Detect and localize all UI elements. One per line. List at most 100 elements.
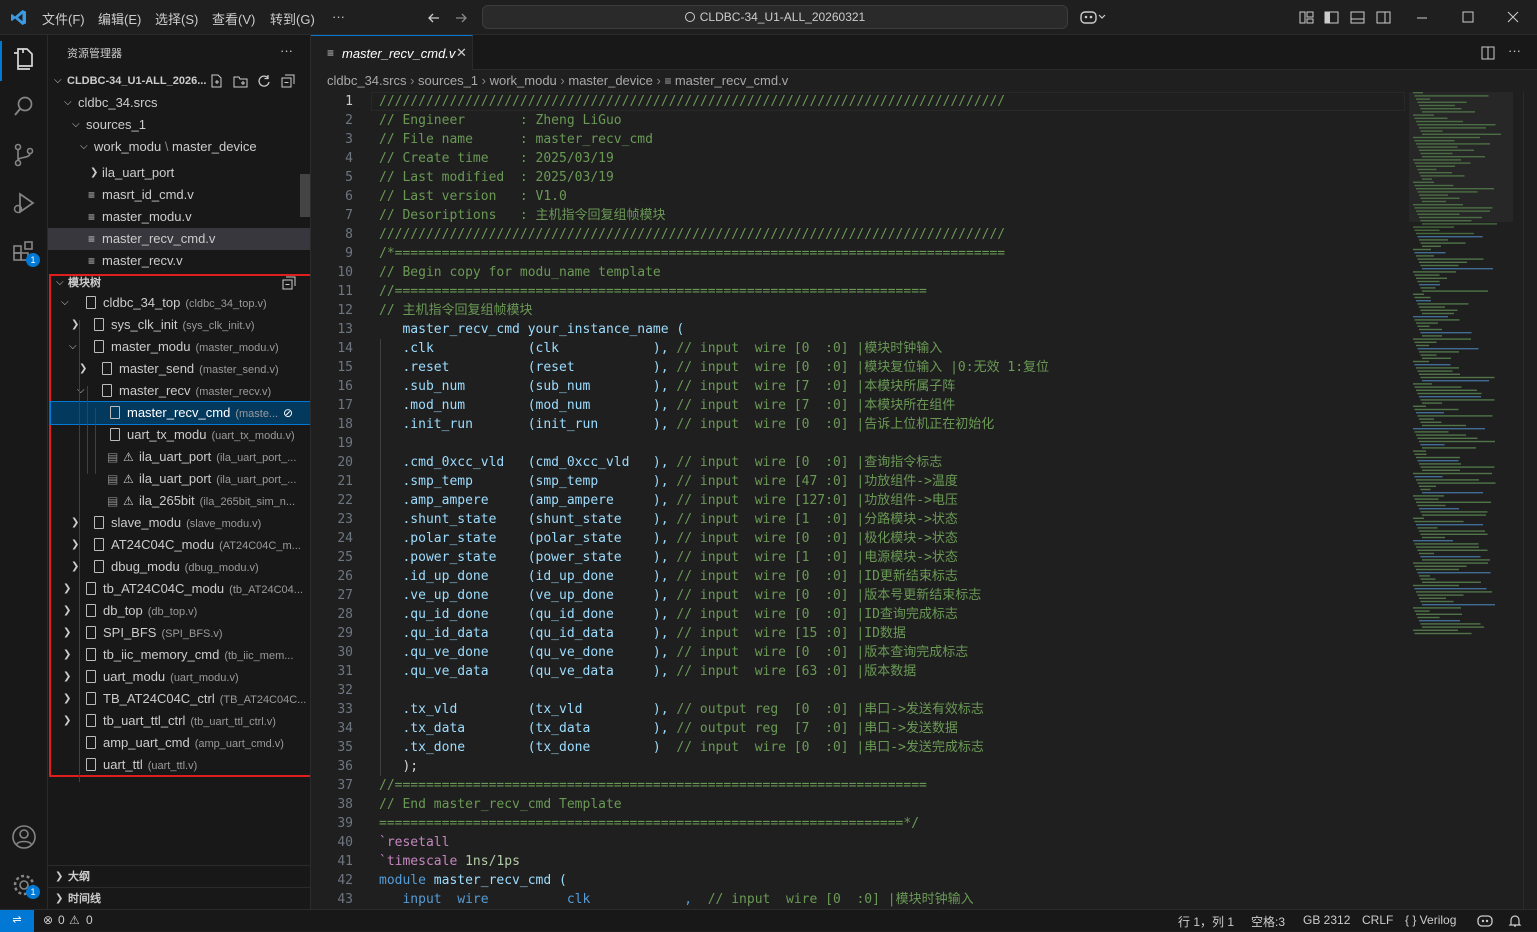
tab-close-icon[interactable]: ✕ — [456, 45, 467, 61]
breadcrumb-item[interactable]: work_modu — [490, 73, 557, 88]
remote-indicator[interactable]: ⇌ — [0, 910, 34, 932]
module-tree-item[interactable]: uart_ttl (uart_ttl.v) — [51, 754, 310, 776]
collapse-all-icon[interactable] — [282, 276, 296, 290]
menu-item-1[interactable]: 编辑(E) — [98, 9, 141, 28]
module-tree-item[interactable]: ❯ TB_AT24C04C_ctrl (TB_AT24C04C... — [51, 688, 310, 710]
module-tree-item[interactable]: ❯ AT24C04C_modu (AT24C04C_m... — [51, 534, 310, 556]
explorer-icon[interactable] — [10, 45, 38, 73]
module-tree-item[interactable]: ⌵ cldbc_34_top (cldbc_34_top.v) — [51, 292, 310, 314]
explorer-item[interactable]: ≡ master_recv.v — [48, 250, 310, 272]
close-icon[interactable] — [1507, 11, 1519, 23]
module-tree-header[interactable]: ⌵ 模块树 — [51, 272, 310, 294]
command-center-search[interactable]: CLDBC-34_U1-ALL_20260321 — [482, 5, 1068, 29]
split-editor-icon[interactable] — [1481, 46, 1495, 60]
new-folder-icon[interactable] — [233, 74, 248, 88]
minimize-icon[interactable] — [1416, 12, 1428, 24]
chevron-right-icon: ❯ — [63, 715, 72, 726]
module-tree-item[interactable]: ❯ tb_iic_memory_cmd (tb_iic_mem... — [51, 644, 310, 666]
module-tree-item[interactable]: ❯ tb_AT24C04C_modu (tb_AT24C04... — [51, 578, 310, 600]
collapse-all-icon[interactable] — [281, 74, 295, 88]
module-tree-item[interactable]: ❯ tb_uart_ttl_ctrl (tb_uart_ttl_ctrl.v) — [51, 710, 310, 732]
menu-item-0[interactable]: 文件(F) — [42, 9, 85, 28]
run-debug-icon[interactable] — [10, 189, 38, 217]
module-tree-item[interactable]: ▤ ⚠ ila_265bit (ila_265bit_sim_n... — [51, 490, 310, 512]
module-tree-item[interactable]: amp_uart_cmd (amp_uart_cmd.v) — [51, 732, 310, 754]
menu-item-4[interactable]: 转到(G) — [270, 9, 315, 28]
tab-bar: ≡ master_recv_cmd.v ✕ ··· — [311, 35, 1537, 70]
explorer-item-extra: master_device — [172, 139, 257, 154]
module-name: AT24C04C_modu (AT24C04C_m... — [111, 537, 301, 552]
menu-item-3[interactable]: 查看(V) — [212, 9, 255, 28]
breadcrumb-item[interactable]: master_device — [568, 73, 653, 88]
explorer-item[interactable]: ≡ master_recv_cmd.v — [48, 228, 310, 250]
copilot-icon[interactable] — [1080, 9, 1106, 25]
workspace-root[interactable]: ⌵ CLDBC-34_U1-ALL_2026... — [48, 70, 310, 92]
module-tree-item[interactable]: ❯ db_top (db_top.v) — [51, 600, 310, 622]
explorer-more-button[interactable]: ··· — [280, 43, 293, 58]
toggle-panel-icon[interactable] — [1350, 10, 1365, 25]
code-line: ////////////////////////////////////////… — [379, 94, 1006, 109]
language-mode[interactable]: { } Verilog — [1405, 913, 1456, 927]
toggle-primary-sidebar-icon[interactable] — [1324, 10, 1339, 25]
minimap[interactable] — [1409, 92, 1513, 652]
indentation[interactable]: 空格:3 — [1251, 913, 1285, 930]
source-control-icon[interactable] — [10, 141, 38, 169]
error-count[interactable]: 0 — [58, 913, 65, 927]
explorer-scrollbar[interactable] — [300, 174, 310, 217]
breadcrumb-item[interactable]: master_recv_cmd.v — [675, 73, 788, 88]
notifications-bell-icon[interactable] — [1508, 914, 1522, 928]
layout-customize-icon[interactable] — [1299, 10, 1314, 25]
module-tree-item[interactable]: ❯ sys_clk_init (sys_clk_init.v) — [51, 314, 310, 336]
explorer-item[interactable]: ⌵ cldbc_34.srcs — [48, 92, 310, 114]
menu-item-2[interactable]: 选择(S) — [155, 9, 198, 28]
back-arrow-icon[interactable] — [426, 10, 442, 26]
search-icon[interactable] — [10, 93, 38, 121]
timeline-section[interactable]: ❯ 时间线 — [48, 887, 310, 909]
warning-count[interactable]: 0 — [86, 913, 93, 927]
more-actions-icon[interactable]: ··· — [1508, 43, 1521, 58]
refresh-icon[interactable] — [257, 74, 271, 88]
module-tree-item[interactable]: ❯ master_send (master_send.v) — [51, 358, 310, 380]
module-tree-item[interactable]: ▤ ⚠ ila_uart_port (ila_uart_port_... — [51, 446, 310, 468]
forward-arrow-icon[interactable] — [453, 10, 469, 26]
search-icon — [684, 12, 695, 22]
module-tree-item[interactable]: ⌵ master_recv (master_recv.v) — [51, 380, 310, 402]
module-tree-item[interactable]: ⌵ master_modu (master_modu.v) — [51, 336, 310, 358]
new-file-icon[interactable] — [209, 74, 223, 88]
editor-scrollbar[interactable] — [1523, 92, 1537, 909]
encoding[interactable]: GB 2312 — [1303, 913, 1350, 927]
module-file: (tb_AT24C04... — [229, 584, 303, 596]
menu-item-5[interactable]: ··· — [332, 9, 345, 24]
toggle-secondary-sidebar-icon[interactable] — [1376, 10, 1391, 25]
module-name: master_send (master_send.v) — [119, 361, 279, 376]
explorer-item[interactable]: ❯ ila_uart_port — [48, 162, 310, 184]
line-number: 10 — [337, 265, 353, 280]
eye-closed-icon[interactable]: ⊘ — [283, 402, 293, 424]
end-of-line[interactable]: CRLF — [1362, 913, 1393, 927]
breadcrumb-separator: › — [556, 73, 569, 88]
error-icon[interactable]: ⊗ — [43, 913, 53, 927]
module-tree-item[interactable]: ❯ dbug_modu (dbug_modu.v) — [51, 556, 310, 578]
explorer-item-label: work_modu \ master_device — [94, 139, 257, 154]
account-icon[interactable] — [10, 823, 38, 851]
code-line: .amp_ampere (amp_ampere ), // input wire… — [379, 493, 958, 508]
module-tree-item[interactable]: ❯ slave_modu (slave_modu.v) — [51, 512, 310, 534]
explorer-item[interactable]: ⌵ work_modu \ master_device — [48, 136, 310, 158]
module-tree-item[interactable]: ▤ ⚠ ila_uart_port (ila_uart_port_... — [51, 468, 310, 490]
maximize-icon[interactable] — [1462, 11, 1474, 23]
explorer-item[interactable]: ≡ masrt_id_cmd.v — [48, 184, 310, 206]
warning-icon[interactable]: ⚠ — [69, 913, 80, 927]
cursor-position[interactable]: 行 1，列 1 — [1178, 913, 1234, 930]
line-number: 15 — [337, 360, 353, 375]
module-tree-item[interactable]: ❯ SPI_BFS (SPI_BFS.v) — [51, 622, 310, 644]
module-tree-item[interactable]: ❯ uart_modu (uart_modu.v) — [51, 666, 310, 688]
breadcrumb-item[interactable]: sources_1 — [418, 73, 478, 88]
module-tree-item[interactable]: uart_tx_modu (uart_tx_modu.v) — [51, 424, 310, 446]
explorer-item[interactable]: ⌵ sources_1 — [48, 114, 310, 136]
outline-section[interactable]: ❯ 大纲 — [48, 865, 310, 887]
explorer-item[interactable]: ≡ master_modu.v — [48, 206, 310, 228]
breadcrumb-item[interactable]: cldbc_34.srcs — [327, 73, 406, 88]
module-tree-item[interactable]: master_recv_cmd (maste... ⊘ — [50, 401, 310, 425]
tab-master-recv-cmd[interactable]: ≡ master_recv_cmd.v ✕ — [311, 35, 473, 70]
copilot-status-icon[interactable] — [1477, 914, 1493, 928]
